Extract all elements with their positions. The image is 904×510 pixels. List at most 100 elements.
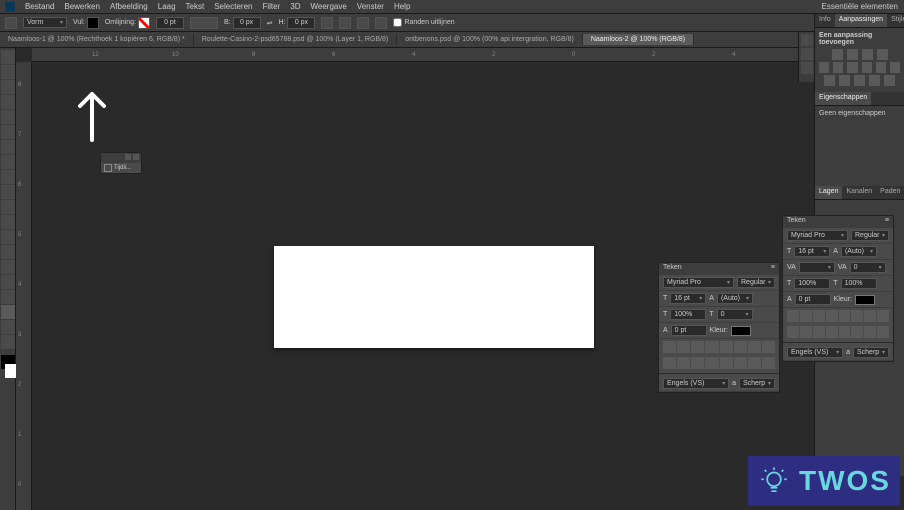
menu-weergave[interactable]: Weergave (310, 2, 346, 11)
character-panel-large[interactable]: Teken≡ Myriad Pro▾Regular▾ T16 pt▾A(Auto… (782, 215, 894, 362)
font-style-select[interactable]: Regular (855, 232, 880, 239)
lasso-tool-icon[interactable] (1, 80, 15, 94)
healing-tool-icon[interactable] (1, 140, 15, 154)
stroke-swatch[interactable] (138, 17, 150, 29)
tracking-input[interactable]: 0 (854, 264, 858, 271)
ot-swash-button-2[interactable] (691, 357, 704, 369)
align-edges-checkbox[interactable]: Randen uitlijnen (393, 18, 454, 27)
ot-fi-button-2[interactable] (663, 357, 676, 369)
bold-button-2[interactable] (663, 341, 676, 353)
underline-button[interactable] (864, 310, 876, 322)
tab-kanalen[interactable]: Kanalen (842, 186, 876, 199)
ot-ordinals-button[interactable] (839, 326, 851, 338)
ot-st-button-2[interactable] (677, 357, 690, 369)
brush-tool-icon[interactable] (1, 155, 15, 169)
blur-tool-icon[interactable] (1, 230, 15, 244)
path-tool-icon[interactable] (1, 290, 15, 304)
adj-threshold-icon[interactable] (854, 75, 865, 86)
tab-roulette[interactable]: Roulette-Casino-2-psd65788.psd @ 100% (L… (194, 34, 397, 45)
font-family-select-2[interactable]: Myriad Pro (667, 279, 701, 286)
menu-selecteren[interactable]: Selecteren (214, 2, 252, 11)
menu-venster[interactable]: Venster (357, 2, 384, 11)
adj-posterize-icon[interactable] (839, 75, 850, 86)
wand-tool-icon[interactable] (1, 95, 15, 109)
workspace-switcher[interactable]: Essentiële elementen (816, 0, 904, 13)
tracking-input-2[interactable]: 0 (721, 311, 725, 318)
tab-aanpassingen[interactable]: Aanpassingen (835, 14, 887, 27)
adj-balance-icon[interactable] (847, 62, 857, 73)
character-panel-small[interactable]: Teken≡ Myriad Pro▾Regular▾ T16 pt▾A(Auto… (658, 262, 780, 393)
shape-mode-dropdown[interactable]: Vorm (27, 19, 43, 26)
tab-info[interactable]: Info (815, 14, 835, 27)
text-color-swatch-2[interactable] (731, 326, 751, 336)
tab-lagen[interactable]: Lagen (815, 186, 842, 199)
rectangle-tool-preset-icon[interactable] (5, 17, 17, 29)
history-panel-icon[interactable] (801, 34, 813, 46)
menu-bewerken[interactable]: Bewerken (64, 2, 100, 11)
subscript-button[interactable] (851, 310, 863, 322)
type-tool-icon[interactable] (1, 275, 15, 289)
adj-photo-filter-icon[interactable] (876, 62, 886, 73)
strike-button[interactable] (877, 310, 889, 322)
font-size-input-2[interactable]: 16 pt (674, 295, 690, 302)
adj-exposure-icon[interactable] (877, 49, 888, 60)
leading-input[interactable]: (Auto) (845, 248, 864, 255)
link-wh-icon[interactable]: ⇌ (267, 19, 273, 27)
stroke-type-dropdown[interactable] (190, 17, 218, 29)
vscale-input[interactable]: 100% (798, 280, 816, 287)
path-arrange-icon[interactable] (357, 17, 369, 29)
adj-map-icon[interactable] (869, 75, 880, 86)
ot-st-button[interactable] (800, 326, 812, 338)
strike-button-2[interactable] (762, 341, 775, 353)
menu-afbeelding[interactable]: Afbeelding (110, 2, 148, 11)
menu-bestand[interactable]: Bestand (25, 2, 54, 11)
canvas-document[interactable] (274, 246, 594, 348)
tab-naamloos-2[interactable]: Naamloos-2 @ 100% (RGB/8) (583, 34, 694, 45)
menu-3d[interactable]: 3D (290, 2, 300, 11)
ruler-horizontal[interactable]: 12108642024 (32, 48, 904, 62)
panel-close-icon[interactable] (133, 154, 139, 160)
aa-select[interactable]: Scherp (857, 349, 879, 356)
panel-minimize-icon[interactable] (125, 154, 131, 160)
font-size-input[interactable]: 16 pt (798, 248, 814, 255)
tab-eigenschappen[interactable]: Eigenschappen (815, 92, 871, 105)
font-style-select-2[interactable]: Regular (741, 279, 766, 286)
adj-invert-icon[interactable] (824, 75, 835, 86)
leading-input-2[interactable]: (Auto) (721, 295, 740, 302)
fill-swatch[interactable] (87, 17, 99, 29)
dodge-tool-icon[interactable] (1, 245, 15, 259)
adj-mixer-icon[interactable] (890, 62, 900, 73)
italic-button-2[interactable] (677, 341, 690, 353)
baseline-input[interactable]: 0 pt (799, 296, 811, 303)
menu-help[interactable]: Help (394, 2, 410, 11)
menu-laag[interactable]: Laag (158, 2, 176, 11)
ot-half-button[interactable] (877, 326, 889, 338)
adj-bw-icon[interactable] (862, 62, 872, 73)
timeline-panel-collapsed[interactable]: Tijdli... (100, 152, 142, 174)
aa-select-2[interactable]: Scherp (743, 380, 765, 387)
path-operations-icon[interactable] (321, 17, 333, 29)
tab-naamloos-1[interactable]: Naamloos-1 @ 100% (Rechthoek 1 kopiëren … (0, 34, 194, 45)
adj-levels-icon[interactable] (847, 49, 858, 60)
stroke-width-input[interactable] (156, 17, 184, 29)
smallcaps-button-2[interactable] (705, 341, 718, 353)
stamp-tool-icon[interactable] (1, 170, 15, 184)
tab-paden[interactable]: Paden (876, 186, 904, 199)
gear-icon[interactable] (375, 17, 387, 29)
underline-button-2[interactable] (748, 341, 761, 353)
ruler-vertical[interactable]: 876543210 (16, 62, 32, 510)
tab-stijlen[interactable]: Stijlen (887, 14, 904, 27)
ot-fi-button[interactable] (787, 326, 799, 338)
language-select-2[interactable]: Engels (VS) (667, 380, 704, 387)
language-select[interactable]: Engels (VS) (791, 349, 828, 356)
smallcaps-button[interactable] (826, 310, 838, 322)
move-tool-icon[interactable] (1, 50, 15, 64)
adj-curves-icon[interactable] (862, 49, 873, 60)
ot-titling-button-2[interactable] (705, 357, 718, 369)
pen-tool-icon[interactable] (1, 260, 15, 274)
adj-vibrance-icon[interactable] (819, 62, 829, 73)
eyedropper-tool-icon[interactable] (1, 125, 15, 139)
menu-tekst[interactable]: Tekst (186, 2, 205, 11)
eraser-tool-icon[interactable] (1, 200, 15, 214)
ot-1st-button-2[interactable] (748, 357, 761, 369)
